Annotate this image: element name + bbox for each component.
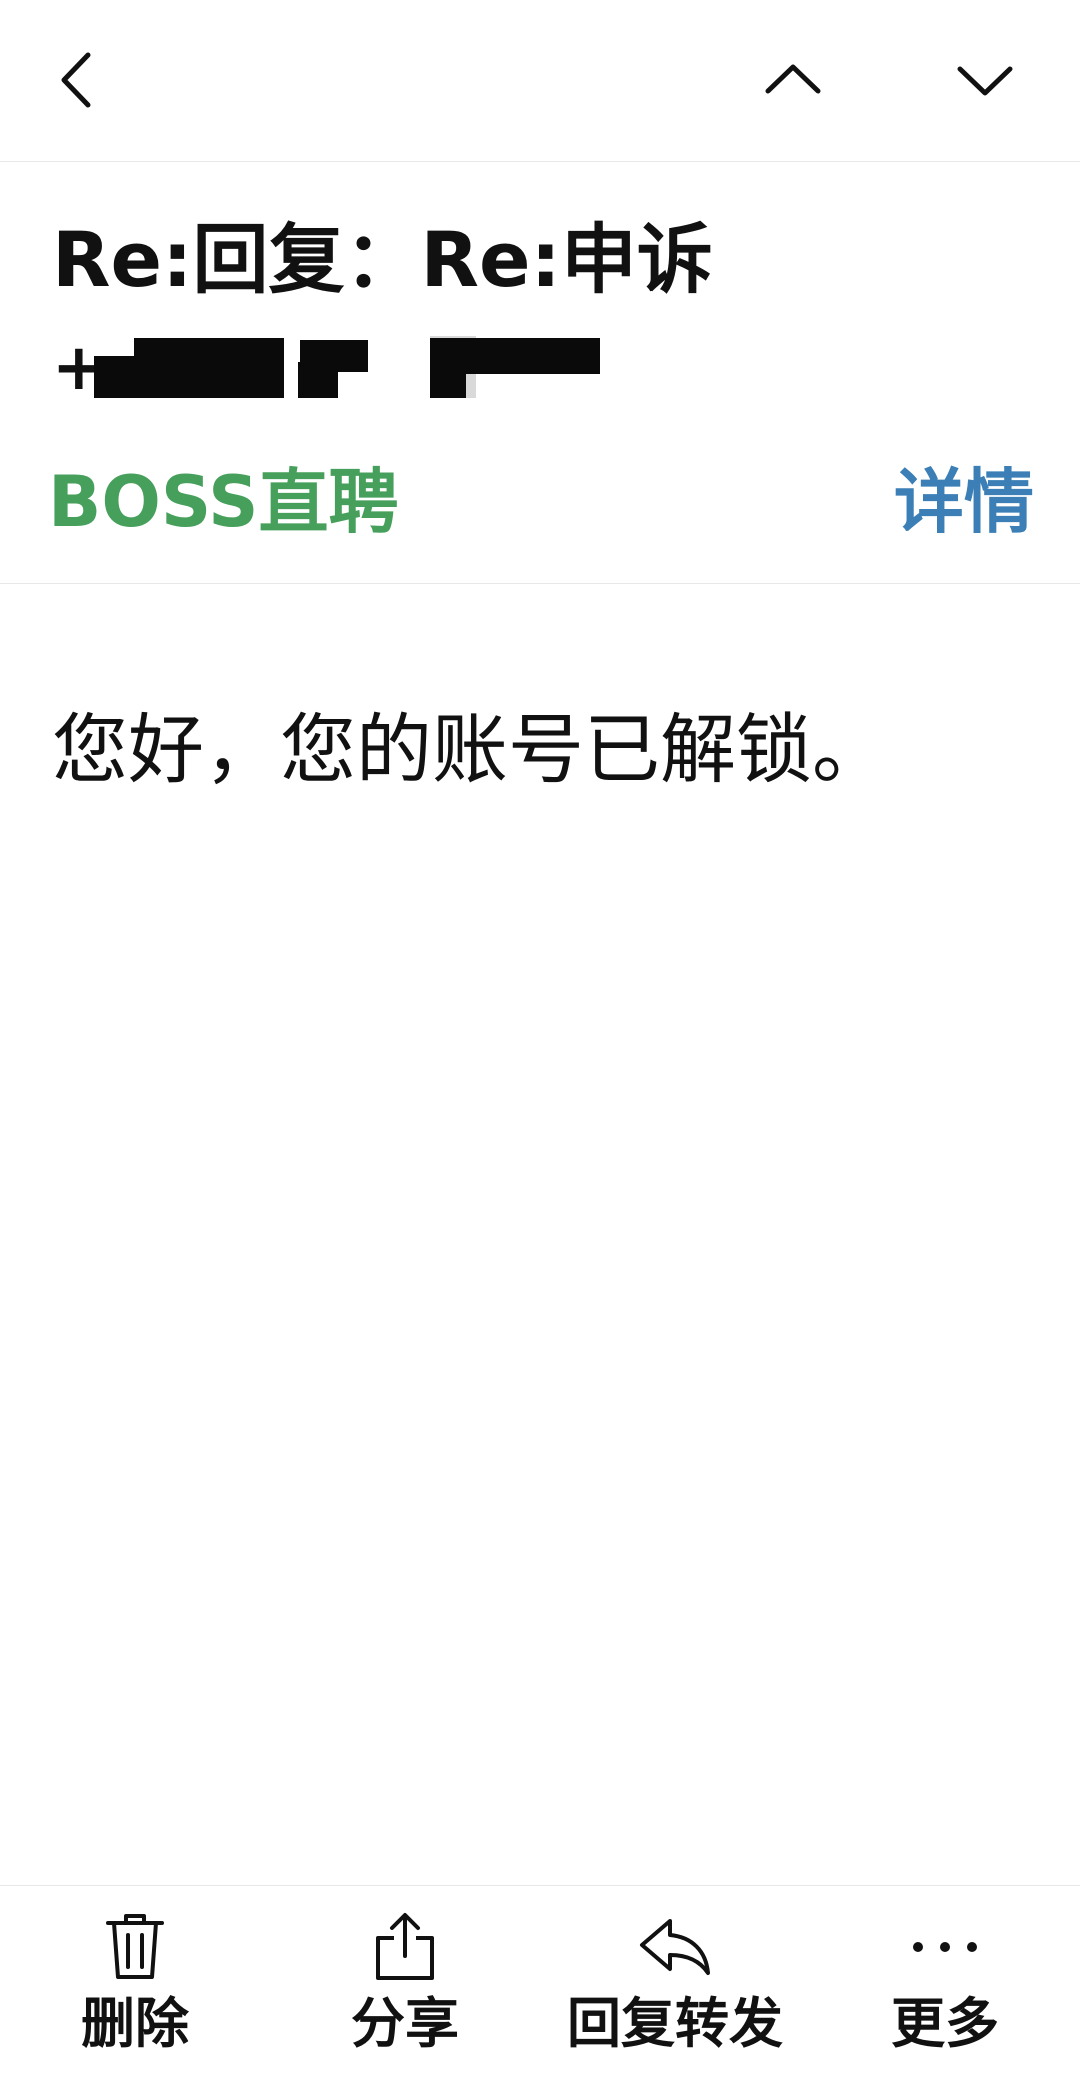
redaction-block (298, 362, 338, 398)
trash-icon (106, 1914, 164, 1979)
sender-name[interactable]: BOSS直聘 (48, 460, 399, 544)
delete-label: 删除 (81, 1992, 189, 2055)
next-mail-button[interactable] (940, 40, 1030, 120)
redaction-block (430, 370, 466, 398)
previous-mail-button[interactable] (748, 40, 838, 120)
chevron-down-icon (957, 66, 1013, 96)
sender-row: BOSS直聘 详情 (0, 420, 1080, 584)
share-icon (376, 1913, 434, 1980)
mail-body-text: 您好，您的账号已解锁。 (52, 705, 888, 794)
reply-forward-button[interactable]: 回复转发 (555, 1906, 795, 2076)
redaction-block (94, 356, 134, 398)
reply-icon (640, 1919, 710, 1975)
details-link[interactable]: 详情 (894, 460, 1034, 544)
sender-address-redacted: + (52, 330, 612, 400)
chevron-up-icon (765, 64, 821, 94)
share-button[interactable]: 分享 (330, 1906, 480, 2076)
more-icon (913, 1942, 977, 1952)
more-label: 更多 (891, 1992, 999, 2055)
back-button[interactable] (32, 40, 122, 120)
mail-detail-screen: Re:回复：Re:申诉 + BOSS直聘 详情 您好，您的账号已解锁。 删除 分… (0, 0, 1080, 2086)
top-nav-bar (0, 0, 1080, 162)
bottom-toolbar: 删除 分享 回复转发 更多 (0, 1885, 1080, 2086)
delete-button[interactable]: 删除 (60, 1906, 210, 2076)
mail-subject: Re:回复：Re:申诉 (52, 215, 713, 304)
chevron-left-icon (61, 52, 91, 108)
reply-forward-label: 回复转发 (567, 1992, 783, 2055)
more-button[interactable]: 更多 (870, 1906, 1020, 2076)
redaction-block (134, 338, 284, 398)
share-label: 分享 (351, 1992, 459, 2055)
redaction-block (430, 338, 600, 374)
